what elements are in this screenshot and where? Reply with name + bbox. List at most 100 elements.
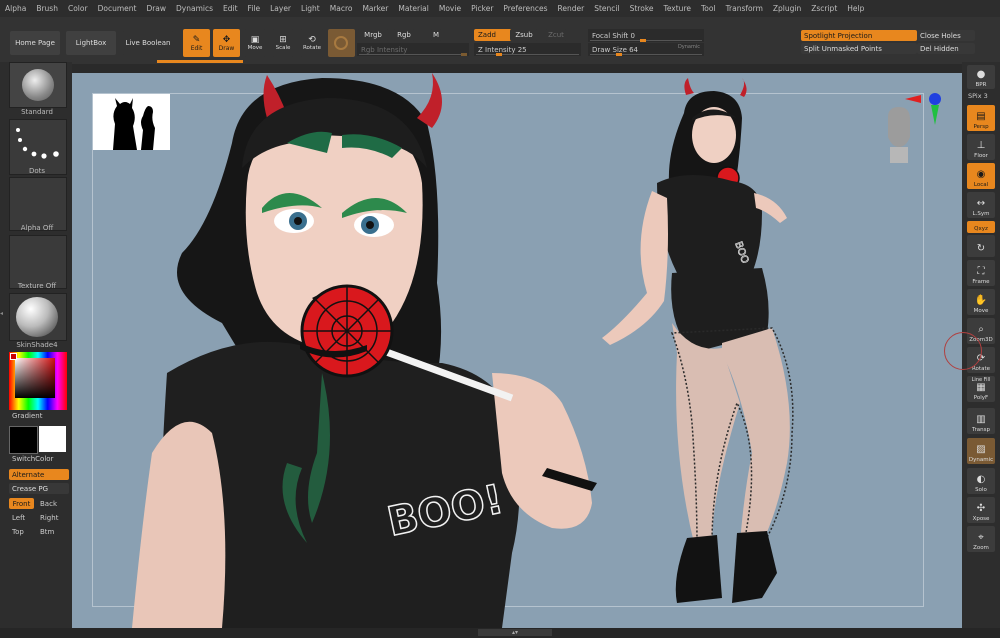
home-page-button[interactable]: Home Page [10, 31, 60, 55]
edit-label: Edit [190, 44, 203, 52]
mrgb-button[interactable]: Mrgb [357, 29, 389, 41]
menu-item-layer[interactable]: Layer [265, 4, 296, 13]
menu-item-brush[interactable]: Brush [31, 4, 63, 13]
menu-item-macro[interactable]: Macro [325, 4, 358, 13]
draw-size-slider[interactable]: Draw Size 64 Dynamic [588, 43, 704, 56]
bottom-view-button[interactable]: Btm [40, 528, 54, 536]
menu-item-document[interactable]: Document [93, 4, 142, 13]
xyz-button[interactable]: Qxyz [967, 221, 995, 233]
bpr-render-button[interactable]: ● BPR [967, 65, 995, 89]
scale-button[interactable]: ⊞ Scale [272, 29, 294, 57]
color-picker-field[interactable] [15, 358, 55, 398]
menu-item-transform[interactable]: Transform [721, 4, 768, 13]
lsym-button[interactable]: ↔ L.Sym [967, 192, 995, 218]
right-view-button[interactable]: Right [40, 514, 58, 522]
frame-button[interactable]: ⛶ Frame [967, 260, 995, 286]
polyf-button[interactable]: Line Fill ▦ PolyF [967, 376, 995, 402]
spotlight-projection-button[interactable]: Spotlight Projection [801, 30, 917, 41]
transp-icon: ▥ [976, 414, 986, 425]
menu-item-help[interactable]: Help [842, 4, 869, 13]
menu-item-edit[interactable]: Edit [218, 4, 243, 13]
gradient-label[interactable]: Gradient [12, 412, 42, 420]
frame-label: Frame [972, 279, 990, 285]
alpha-thumbnail[interactable] [9, 177, 67, 231]
menu-item-marker[interactable]: Marker [357, 4, 393, 13]
bpr-sphere-icon: ● [976, 69, 986, 80]
xpose-button[interactable]: ✣ Xpose [967, 497, 995, 523]
lightbox-button[interactable]: LightBox [66, 31, 116, 55]
primary-color-swatch[interactable] [9, 426, 38, 454]
menu-item-stencil[interactable]: Stencil [589, 4, 624, 13]
menu-item-dynamics[interactable]: Dynamics [171, 4, 218, 13]
right-shelf: ● BPR SPix 3 ▤ Persp ⊥ Floor ◉ Local ↔ L… [944, 62, 1000, 638]
alternate-button[interactable]: Alternate [9, 469, 69, 480]
axis-gizmo-icon[interactable] [905, 89, 945, 129]
top-view-button[interactable]: Top [12, 528, 24, 536]
back-view-button[interactable]: Back [40, 500, 57, 508]
move-icon: ▣ [250, 35, 260, 45]
left-view-button[interactable]: Left [12, 514, 25, 522]
m-button[interactable]: M [430, 29, 442, 41]
material-swatch[interactable] [328, 29, 355, 57]
menu-item-file[interactable]: File [243, 4, 266, 13]
zcut-button[interactable]: Zcut [545, 29, 567, 41]
document-canvas[interactable]: BOO! BOO [72, 73, 962, 628]
collapse-left-icon[interactable]: ◂ [0, 310, 5, 326]
texture-thumbnail[interactable] [9, 235, 67, 289]
collapse-bottom-icon[interactable]: ▴▾ [478, 629, 552, 636]
menu-item-picker[interactable]: Picker [466, 4, 498, 13]
material-thumbnail[interactable] [9, 293, 67, 341]
menu-item-draw[interactable]: Draw [141, 4, 171, 13]
zsub-button[interactable]: Zsub [510, 29, 538, 41]
split-unmasked-points-button[interactable]: Split Unmasked Points [801, 43, 917, 54]
left-shelf: Standard Dots Alpha Off Texture Off Skin… [0, 62, 72, 638]
menu-item-texture[interactable]: Texture [659, 4, 696, 13]
transp-button[interactable]: ▥ Transp [967, 408, 995, 434]
menu-item-color[interactable]: Color [63, 4, 93, 13]
draw-button[interactable]: ✥ Draw [213, 29, 240, 57]
menu-item-light[interactable]: Light [296, 4, 325, 13]
rotation-axis-button[interactable]: ↻ [967, 235, 995, 257]
del-hidden-button[interactable]: Del Hidden [917, 43, 975, 54]
solo-button[interactable]: ◐ Solo [967, 468, 995, 494]
material-sphere-icon [334, 36, 348, 50]
front-view-button[interactable]: Front [9, 498, 34, 509]
local-button[interactable]: ◉ Local [967, 163, 995, 189]
menu-item-zplugin[interactable]: Zplugin [768, 4, 806, 13]
spix-label[interactable]: SPix 3 [968, 92, 988, 100]
rgb-button[interactable]: Rgb [393, 29, 415, 41]
live-boolean-button[interactable]: Live Boolean [122, 31, 174, 55]
zadd-button[interactable]: Zadd [474, 29, 512, 41]
dynamic-label[interactable]: Dynamic [678, 44, 700, 50]
menu-item-tool[interactable]: Tool [696, 4, 721, 13]
move-view-button[interactable]: ✋ Move [967, 289, 995, 315]
move-button[interactable]: ▣ Move [244, 29, 266, 57]
edit-button[interactable]: ✎ Edit [183, 29, 210, 57]
z-intensity-slider[interactable]: Z Intensity 25 [474, 43, 581, 56]
close-holes-button[interactable]: Close Holes [917, 30, 975, 41]
switchcolor-button[interactable]: SwitchColor [12, 455, 53, 463]
menu-item-render[interactable]: Render [553, 4, 590, 13]
brush-thumbnail[interactable] [9, 62, 67, 108]
focal-shift-slider[interactable]: Focal Shift 0 [588, 29, 704, 42]
persp-button[interactable]: ▤ Persp [967, 105, 995, 131]
menu-item-zscript[interactable]: Zscript [806, 4, 842, 13]
xpose-label: Xpose [972, 516, 990, 522]
menu-item-material[interactable]: Material [393, 4, 433, 13]
secondary-color-swatch[interactable] [39, 426, 66, 452]
zoom-button[interactable]: ⌖ Zoom [967, 526, 995, 552]
menu-item-movie[interactable]: Movie [434, 4, 466, 13]
dynamic-icon: ▨ [976, 444, 986, 455]
material-label: SkinShade4 [16, 341, 58, 349]
floor-button[interactable]: ⊥ Floor [967, 134, 995, 160]
color-picker[interactable] [9, 352, 67, 410]
crease-pg-button[interactable]: Crease PG [9, 483, 69, 494]
solo-icon: ◐ [976, 474, 986, 485]
menu-item-alpha[interactable]: Alpha [0, 4, 31, 13]
rotate-button[interactable]: ⟲ Rotate [300, 29, 324, 57]
rgb-intensity-slider[interactable]: Rgb Intensity [357, 43, 469, 56]
dynamic-solo-button[interactable]: ▨ Dynamic [967, 438, 995, 464]
menu-item-stroke[interactable]: Stroke [625, 4, 659, 13]
menu-item-preferences[interactable]: Preferences [498, 4, 552, 13]
scale-label: Scale [275, 45, 291, 51]
